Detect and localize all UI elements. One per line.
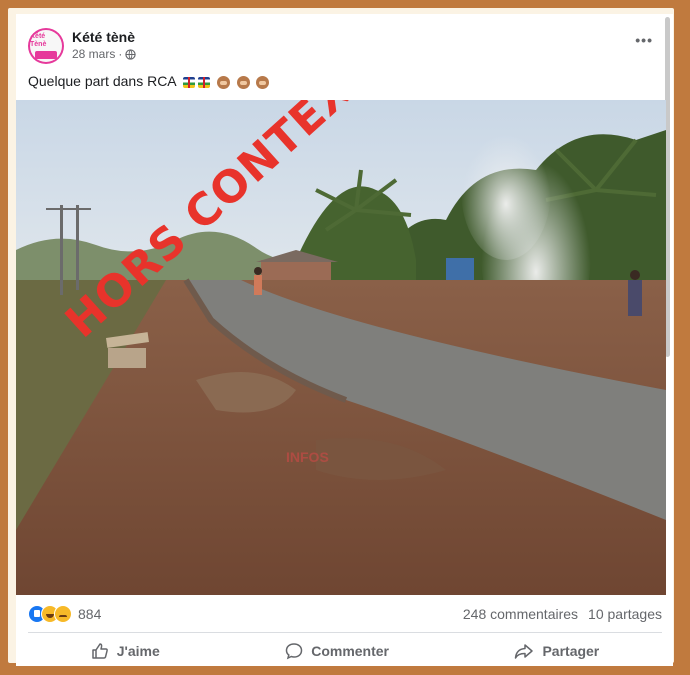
post-date[interactable]: 28 mars [72, 47, 115, 61]
flag-icon [197, 76, 210, 88]
share-label: Partager [542, 643, 600, 659]
facebook-post: Kété Tènè Kété tènè 28 mars · ••• Quelqu… [16, 14, 673, 666]
thumb-up-icon [91, 643, 108, 659]
globe-icon [125, 48, 137, 60]
meta-separator: · [118, 47, 123, 61]
watermark: INFOS [286, 449, 329, 465]
avatar[interactable]: Kété Tènè [28, 28, 64, 64]
share-button[interactable]: Partager [514, 642, 599, 660]
divider [28, 632, 662, 633]
avatar-text: Kété Tènè [30, 33, 47, 48]
reaction-count[interactable]: 884 [78, 606, 101, 622]
author-name[interactable]: Kété tènè [72, 29, 135, 45]
monkey-icon [236, 75, 250, 89]
comment-label: Commenter [311, 643, 389, 659]
sad-reaction-icon[interactable] [54, 605, 72, 623]
post-photo[interactable]: INFOS HORS CONTEXTE [16, 100, 666, 595]
monkey-icon [256, 75, 270, 89]
like-label: J'aime [116, 643, 160, 659]
comment-icon [285, 643, 303, 660]
like-button[interactable]: J'aime [91, 642, 160, 660]
shares-count[interactable]: 10 partages [588, 606, 662, 622]
post-meta: 28 mars · [72, 47, 137, 61]
more-icon[interactable]: ••• [635, 32, 653, 48]
reactions-bar: 884 248 commentaires 10 partages [28, 604, 662, 624]
comment-button[interactable]: Commenter [285, 642, 389, 660]
post-text: Quelque part dans RCA [28, 73, 270, 89]
road-scene-image: INFOS [16, 100, 666, 595]
post-text-content: Quelque part dans RCA [28, 73, 176, 89]
flag-icon [182, 76, 195, 88]
action-bar: J'aime Commenter Partager [28, 636, 662, 666]
monkey-icon [216, 75, 230, 89]
comments-count[interactable]: 248 commentaires [463, 606, 578, 622]
share-icon [515, 644, 534, 659]
